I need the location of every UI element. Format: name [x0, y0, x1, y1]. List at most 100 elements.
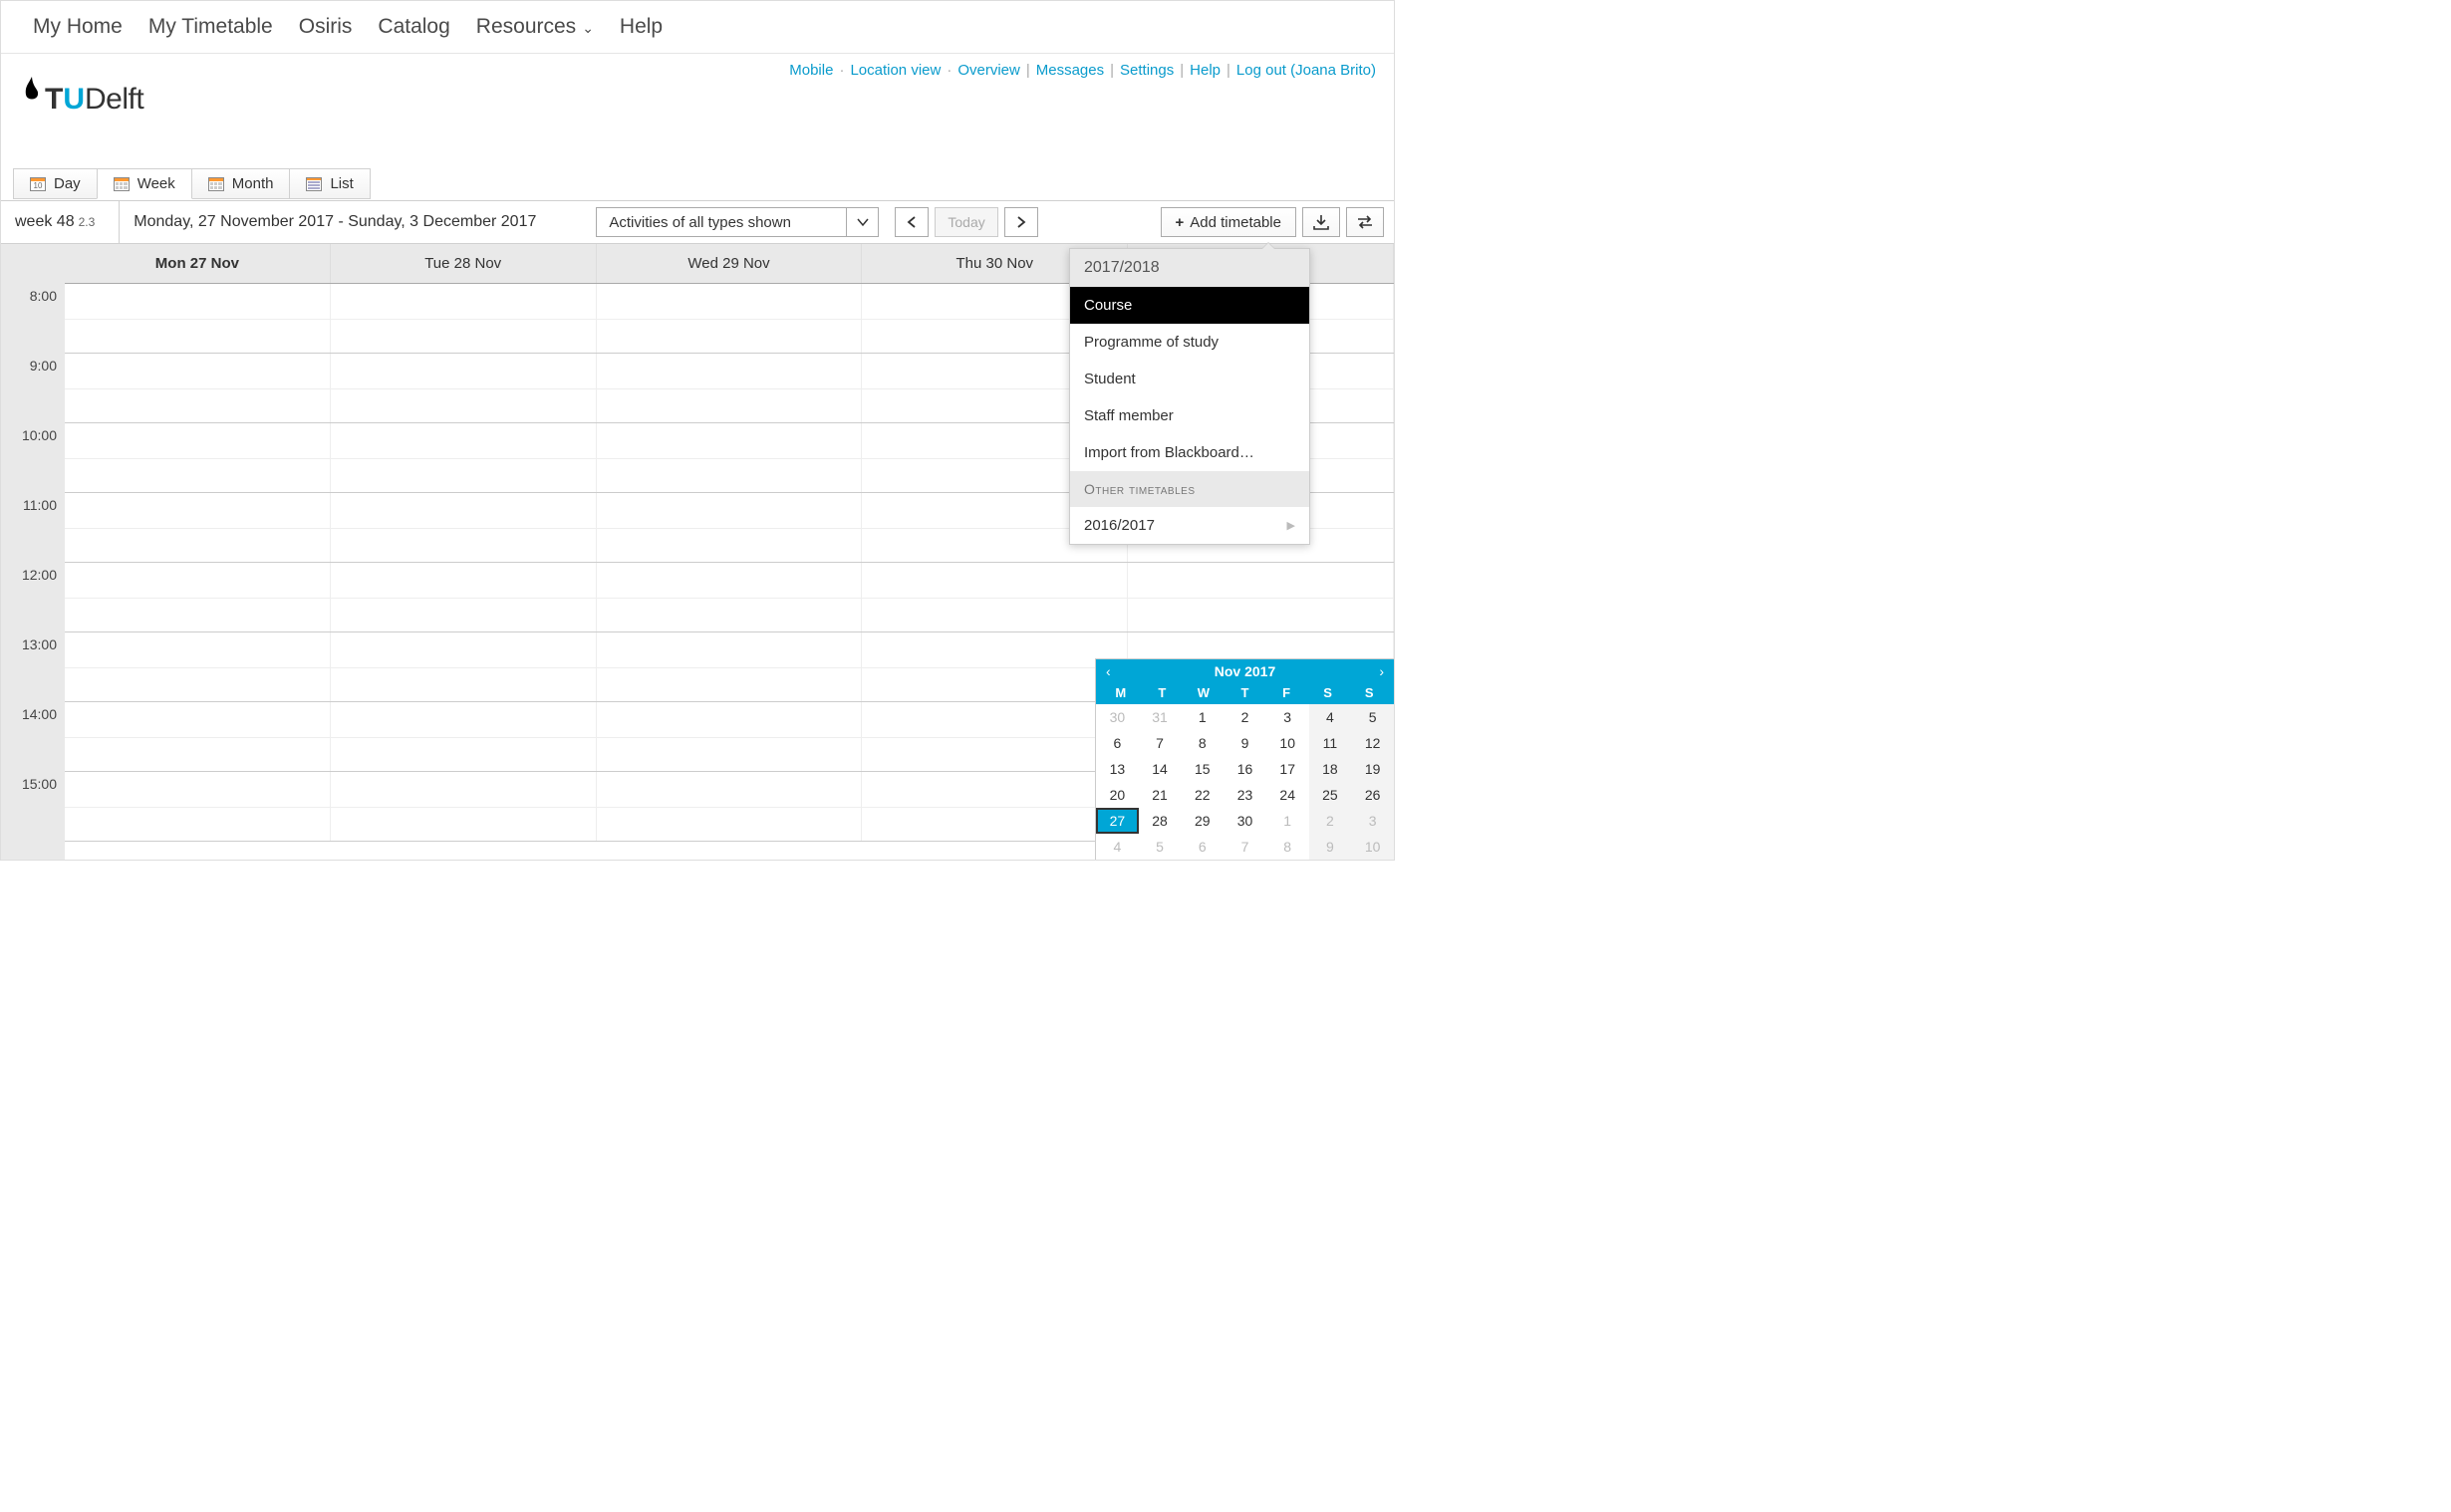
minical-day[interactable]: 13	[1096, 756, 1139, 782]
logo-tudelft: TUDelft	[21, 83, 143, 117]
flame-icon	[21, 75, 43, 105]
menu-item-prev-year[interactable]: 2016/2017 ▶	[1070, 507, 1309, 544]
chevron-down-icon[interactable]	[846, 208, 878, 236]
add-timetable-menu: 2017/2018 Course Programme of study Stud…	[1069, 248, 1310, 545]
minical-day[interactable]: 14	[1139, 756, 1182, 782]
minical-day[interactable]: 6	[1181, 834, 1224, 860]
minical-day[interactable]: 21	[1139, 782, 1182, 808]
minical-dow: F	[1265, 685, 1307, 700]
minical-day[interactable]: 7	[1139, 730, 1182, 756]
minical-day[interactable]: 17	[1266, 756, 1309, 782]
minical-day[interactable]: 3	[1266, 704, 1309, 730]
tab-day[interactable]: 10 Day	[13, 168, 98, 199]
menu-year-header: 2017/2018	[1070, 249, 1309, 287]
minical-day[interactable]: 20	[1096, 782, 1139, 808]
time-label: 11:00	[1, 493, 65, 563]
download-button[interactable]	[1302, 207, 1340, 237]
minical-dow: M	[1100, 685, 1142, 700]
minical-day[interactable]: 8	[1266, 834, 1309, 860]
today-button[interactable]: Today	[935, 207, 997, 237]
menu-item-programme[interactable]: Programme of study	[1070, 324, 1309, 361]
tab-list[interactable]: List	[289, 168, 370, 199]
minical-day[interactable]: 4	[1096, 834, 1139, 860]
top-navigation: My Home My Timetable Osiris Catalog Reso…	[1, 1, 1394, 54]
minical-day[interactable]: 4	[1309, 704, 1352, 730]
minical-next-button[interactable]: ›	[1379, 663, 1384, 679]
nav-help[interactable]: Help	[620, 15, 663, 39]
nav-osiris[interactable]: Osiris	[299, 15, 353, 39]
minical-day[interactable]: 16	[1224, 756, 1266, 782]
menu-item-course[interactable]: Course	[1070, 287, 1309, 324]
minical-day[interactable]: 30	[1096, 704, 1139, 730]
tab-month[interactable]: Month	[191, 168, 291, 199]
minical-day[interactable]: 9	[1224, 730, 1266, 756]
minical-day[interactable]: 2	[1309, 808, 1352, 834]
minical-dow: S	[1307, 685, 1349, 700]
minical-day[interactable]: 6	[1096, 730, 1139, 756]
minical-day[interactable]: 18	[1309, 756, 1352, 782]
minical-prev-button[interactable]: ‹	[1106, 663, 1111, 679]
nav-my-timetable[interactable]: My Timetable	[148, 15, 273, 39]
view-tabs: 10 Day Week Month List	[13, 168, 371, 199]
minical-day[interactable]: 30	[1224, 808, 1266, 834]
menu-item-import-blackboard[interactable]: Import from Blackboard…	[1070, 434, 1309, 471]
minical-day[interactable]: 10	[1266, 730, 1309, 756]
minical-day[interactable]: 24	[1266, 782, 1309, 808]
link-overview[interactable]: Overview	[957, 62, 1020, 79]
minical-title: Nov 2017	[1215, 663, 1275, 679]
nav-resources[interactable]: Resources⌄	[476, 15, 594, 39]
time-label: 9:00	[1, 354, 65, 423]
minical-day[interactable]: 5	[1139, 834, 1182, 860]
minical-days: 3031123456789101112131415161718192021222…	[1096, 704, 1394, 860]
link-settings[interactable]: Settings	[1120, 62, 1174, 79]
minical-day[interactable]: 28	[1139, 808, 1182, 834]
minical-day[interactable]: 3	[1351, 808, 1394, 834]
nav-my-home[interactable]: My Home	[33, 15, 123, 39]
minical-day[interactable]: 31	[1139, 704, 1182, 730]
toolbar: week 482.3 Monday, 27 November 2017 - Su…	[1, 200, 1394, 244]
prev-week-button[interactable]	[895, 207, 929, 237]
minical-day[interactable]: 15	[1181, 756, 1224, 782]
link-mobile[interactable]: Mobile	[789, 62, 833, 79]
minical-day[interactable]: 9	[1309, 834, 1352, 860]
menu-item-student[interactable]: Student	[1070, 361, 1309, 397]
minical-day[interactable]: 12	[1351, 730, 1394, 756]
calendar-month-icon	[208, 177, 224, 191]
minical-day[interactable]: 29	[1181, 808, 1224, 834]
minical-dow: S	[1348, 685, 1390, 700]
link-messages[interactable]: Messages	[1036, 62, 1104, 79]
minical-day[interactable]: 5	[1351, 704, 1394, 730]
link-logout[interactable]: Log out (Joana Brito)	[1236, 62, 1376, 79]
minical-day[interactable]: 8	[1181, 730, 1224, 756]
minical-day[interactable]: 22	[1181, 782, 1224, 808]
menu-item-staff[interactable]: Staff member	[1070, 397, 1309, 434]
minical-day[interactable]: 23	[1224, 782, 1266, 808]
day-header-tue: Tue 28 Nov	[331, 244, 597, 283]
minical-day[interactable]: 10	[1351, 834, 1394, 860]
tab-week[interactable]: Week	[97, 168, 192, 199]
minical-day[interactable]: 26	[1351, 782, 1394, 808]
link-help[interactable]: Help	[1190, 62, 1221, 79]
day-header-mon: Mon 27 Nov	[65, 244, 331, 283]
add-timetable-button[interactable]: + Add timetable	[1161, 207, 1297, 237]
nav-catalog[interactable]: Catalog	[378, 15, 449, 39]
minical-day[interactable]: 25	[1309, 782, 1352, 808]
time-label: 8:00	[1, 284, 65, 354]
minical-day[interactable]: 27	[1096, 808, 1139, 834]
plus-icon: +	[1176, 214, 1185, 231]
link-location-view[interactable]: Location view	[850, 62, 941, 79]
minical-day[interactable]: 11	[1309, 730, 1352, 756]
time-label: 12:00	[1, 563, 65, 632]
minical-dow-row: MTWTFSS	[1096, 683, 1394, 704]
next-week-button[interactable]	[1004, 207, 1038, 237]
time-label: 13:00	[1, 632, 65, 702]
minical-day[interactable]: 19	[1351, 756, 1394, 782]
minical-day[interactable]: 1	[1266, 808, 1309, 834]
minical-day[interactable]: 2	[1224, 704, 1266, 730]
week-indicator: week 482.3	[11, 213, 105, 231]
minical-day[interactable]: 1	[1181, 704, 1224, 730]
sync-button[interactable]	[1346, 207, 1384, 237]
activity-filter[interactable]: Activities of all types shown	[596, 207, 879, 237]
minical-day[interactable]: 7	[1224, 834, 1266, 860]
time-gutter: 8:009:0010:0011:0012:0013:0014:0015:00	[1, 244, 65, 860]
